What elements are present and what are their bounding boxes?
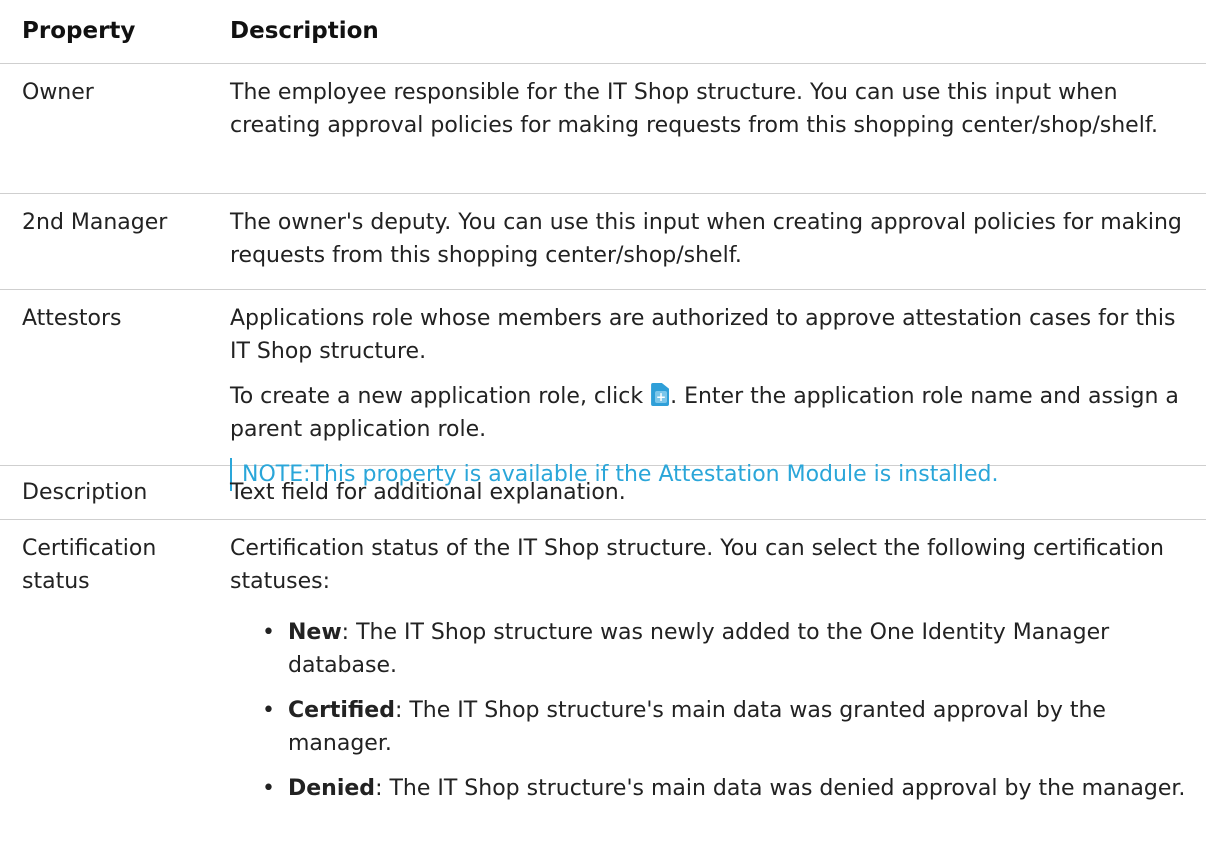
table-row-attestors: Attestors Applications role whose member…	[0, 290, 1206, 491]
table-row-description: Description Text field for additional ex…	[0, 466, 1206, 520]
description-certification-status: Certification status of the IT Shop stru…	[230, 536, 1164, 594]
property-certification-status: Certification status	[22, 536, 157, 594]
table-row-owner: Owner The employee responsible for the I…	[0, 64, 1206, 194]
certification-status-list: • New: The IT Shop structure was newly ad…	[230, 616, 1190, 805]
property-owner: Owner	[22, 80, 94, 105]
bullet: •	[262, 776, 275, 801]
list-item: • New: The IT Shop structure was newly ad…	[230, 616, 1190, 682]
instruction-before-icon: To create a new application role, click	[230, 384, 651, 409]
status-term: Certified	[288, 698, 395, 723]
list-item: • Certified: The IT Shop structure's main…	[230, 694, 1190, 760]
description-certification-block: Certification status of the IT Shop stru…	[230, 532, 1190, 805]
table-row-2nd-manager: 2nd Manager The owner's deputy. You can …	[0, 194, 1206, 290]
description-2nd-manager: The owner's deputy. You can use this inp…	[230, 210, 1182, 268]
property-description: Description	[22, 480, 148, 505]
bullet: •	[262, 620, 275, 645]
status-term: Denied	[288, 776, 376, 801]
list-item: • Denied: The IT Shop structure's main da…	[230, 772, 1190, 805]
status-text: : The IT Shop structure's main data was …	[375, 776, 1186, 801]
header-property: Property	[22, 18, 136, 44]
property-2nd-manager: 2nd Manager	[22, 210, 168, 235]
description-attestors: Applications role whose members are auth…	[230, 306, 1176, 364]
bullet: •	[262, 698, 275, 723]
description-description: Text field for additional explanation.	[230, 480, 626, 505]
property-attestors: Attestors	[22, 306, 122, 331]
status-text: : The IT Shop structure's main data was …	[288, 698, 1106, 756]
description-attestors-block: Applications role whose members are auth…	[230, 302, 1190, 491]
status-text: : The IT Shop structure was newly added …	[288, 620, 1110, 678]
header-description: Description	[230, 18, 379, 44]
property-table: Property Description Owner The employee …	[0, 0, 1206, 850]
attestors-instruction: To create a new application role, click …	[230, 380, 1190, 446]
status-term: New	[288, 620, 342, 645]
add-application-role-icon: +	[651, 383, 670, 406]
table-row-certification-status: Certification status Certification statu…	[0, 520, 1206, 850]
table-header: Property Description	[0, 0, 1206, 64]
description-owner: The employee responsible for the IT Shop…	[230, 80, 1158, 138]
